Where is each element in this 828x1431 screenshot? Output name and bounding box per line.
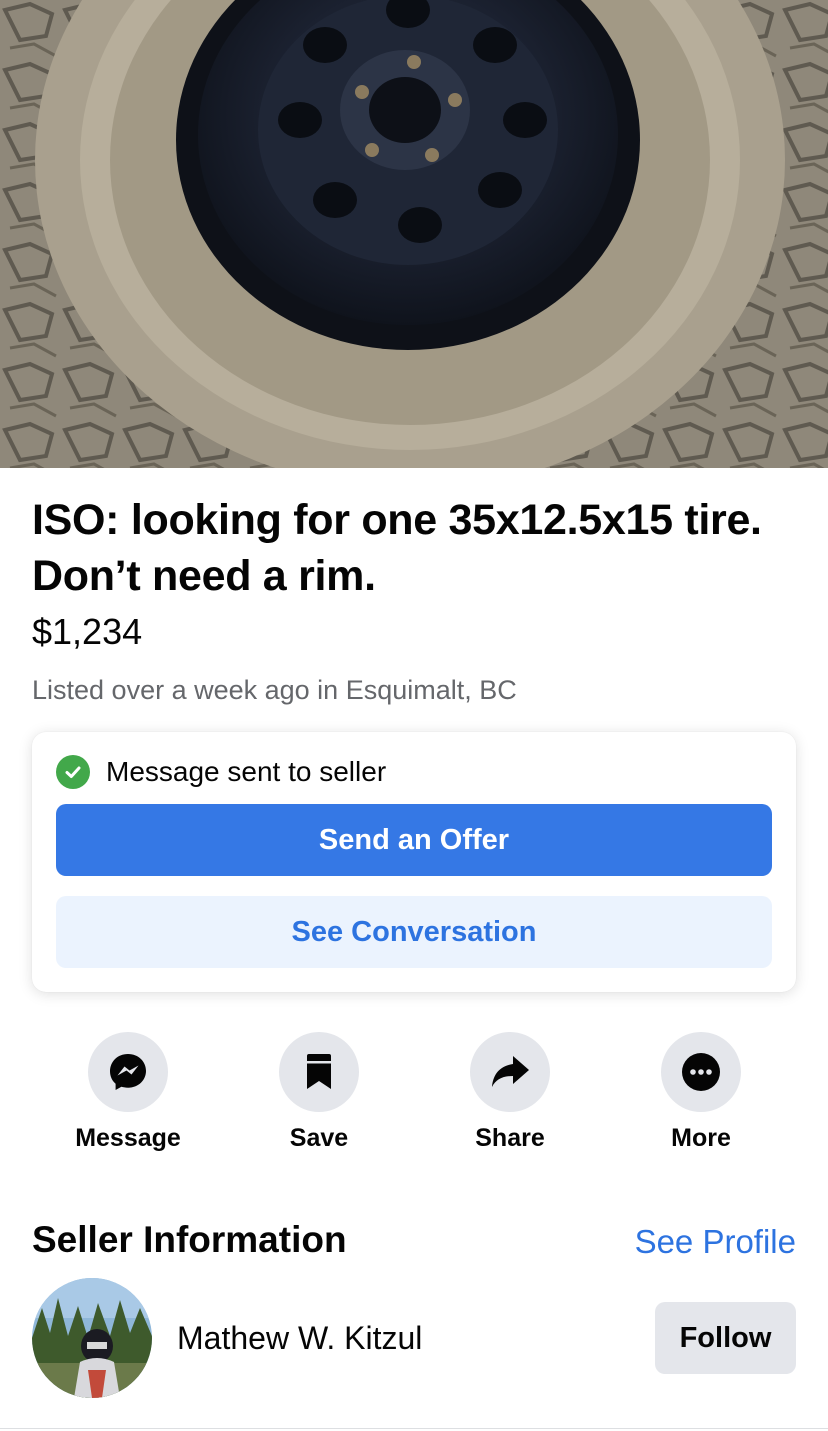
messenger-icon <box>110 1054 146 1090</box>
more-action-circle[interactable] <box>661 1032 741 1112</box>
listing-price: $1,234 <box>32 611 143 652</box>
action-bar: Message Save Share More <box>0 1032 828 1162</box>
see-profile-link[interactable]: See Profile <box>635 1220 796 1264</box>
follow-button[interactable]: Follow <box>655 1302 796 1374</box>
listing-title: ISO: looking for one 35x12.5x15 tire. Do… <box>32 496 762 600</box>
message-sent-row: Message sent to seller <box>56 754 386 790</box>
listing-meta: Listed over a week ago in Esquimalt, BC <box>32 675 517 705</box>
listing-photo[interactable] <box>0 0 828 468</box>
seller-name[interactable]: Mathew W. Kitzul <box>177 1318 422 1358</box>
share-action-label: Share <box>475 1124 545 1152</box>
save-action-label: Save <box>289 1124 349 1152</box>
more-icon <box>682 1053 720 1091</box>
message-status-card: Message sent to seller Send an Offer See… <box>32 732 796 992</box>
more-action[interactable]: More <box>611 1032 791 1153</box>
message-sent-text: Message sent to seller <box>106 756 387 787</box>
check-circle-icon <box>56 755 90 789</box>
more-action-label: More <box>671 1124 731 1152</box>
share-icon <box>492 1056 529 1087</box>
bookmark-icon <box>307 1054 331 1089</box>
send-offer-button[interactable]: Send an Offer <box>56 804 772 876</box>
share-action[interactable]: Share <box>420 1032 600 1153</box>
seller-info-heading: Seller Information <box>32 1219 347 1260</box>
divider <box>0 1428 828 1429</box>
save-action[interactable]: Save <box>229 1032 409 1153</box>
tire-photo-icon <box>0 0 828 468</box>
message-action-label: Message <box>75 1124 181 1152</box>
message-action[interactable]: Message <box>38 1032 218 1153</box>
save-action-circle[interactable] <box>279 1032 359 1112</box>
message-action-circle[interactable] <box>88 1032 168 1112</box>
see-conversation-button[interactable]: See Conversation <box>56 896 772 968</box>
avatar[interactable] <box>32 1278 152 1398</box>
share-action-circle[interactable] <box>470 1032 550 1112</box>
seller-avatar-photo <box>32 1278 152 1398</box>
